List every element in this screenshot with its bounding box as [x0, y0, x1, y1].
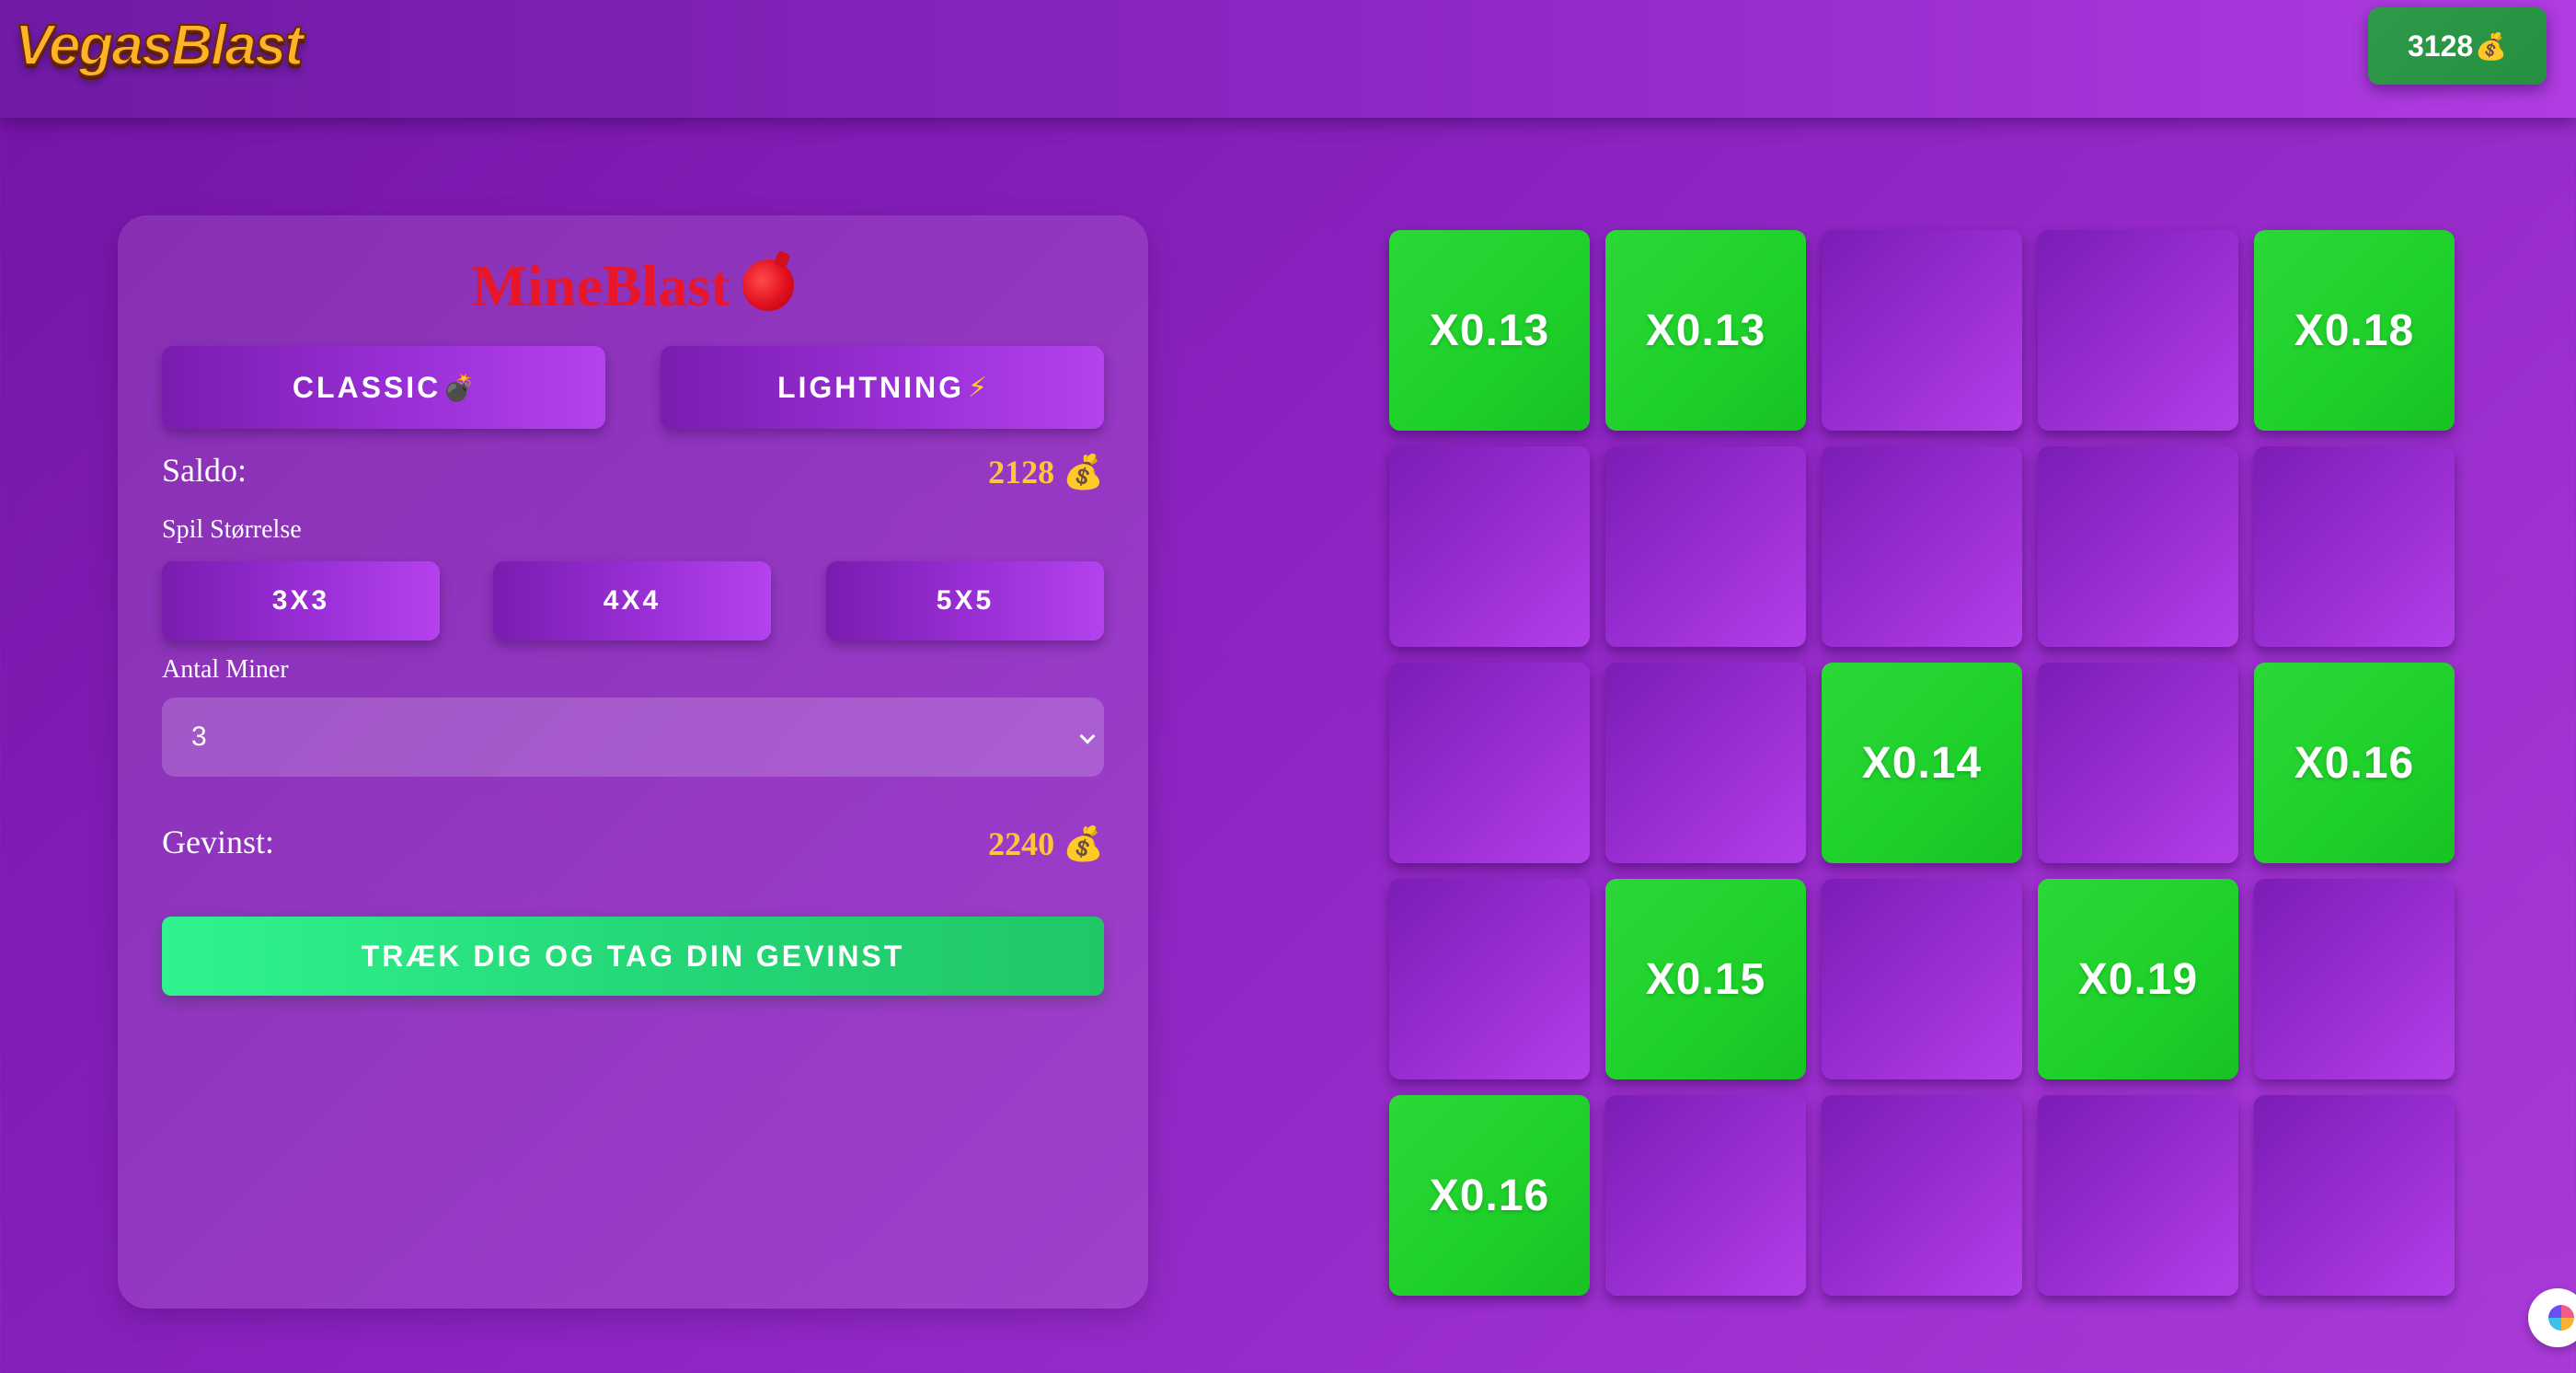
hidden-tile[interactable]: [1822, 446, 2022, 647]
hidden-tile[interactable]: [1822, 1095, 2022, 1296]
winnings-label: Gevinst:: [162, 824, 274, 860]
revealed-tile[interactable]: X0.16: [1389, 1095, 1590, 1296]
revealed-tile[interactable]: X0.13: [1605, 230, 1806, 431]
hidden-tile[interactable]: [1822, 230, 2022, 431]
hidden-tile[interactable]: [1605, 446, 1806, 647]
hidden-tile[interactable]: [2038, 663, 2238, 863]
revealed-tile[interactable]: X0.18: [2254, 230, 2455, 431]
assistant-icon: [2548, 1305, 2574, 1331]
hidden-tile[interactable]: [1389, 879, 1590, 1079]
mode-lightning-button[interactable]: LIGHTNING ⚡: [661, 346, 1104, 429]
cashout-button[interactable]: TRÆK DIG OG TAG DIN GEVINST: [162, 917, 1104, 996]
tile-multiplier: X0.13: [1429, 306, 1550, 355]
size-3x3-button[interactable]: 3X3: [162, 561, 440, 640]
hidden-tile[interactable]: [1389, 446, 1590, 647]
hidden-tile[interactable]: [2038, 1095, 2238, 1296]
mines-count-select[interactable]: 3: [162, 698, 1104, 777]
tile-multiplier: X0.16: [2294, 738, 2415, 788]
revealed-tile[interactable]: X0.16: [2254, 663, 2455, 863]
mines-count-value: 3: [191, 721, 207, 752]
game-title: MineBlast: [118, 252, 1148, 320]
header-balance-badge[interactable]: 3128 💰: [2368, 7, 2547, 85]
floating-widget-button[interactable]: [2528, 1288, 2576, 1347]
bomb-icon: 💣: [443, 373, 476, 402]
revealed-tile[interactable]: X0.14: [1822, 663, 2022, 863]
tile-multiplier: X0.16: [1429, 1171, 1550, 1220]
hidden-tile[interactable]: [1605, 1095, 1806, 1296]
winnings-amount: 2240: [988, 825, 1055, 862]
mine-grid: X0.13 X0.13 X0.18 X0.14 X0.16 X0.15 X0.19 X0.16: [1389, 230, 2455, 1296]
tile-multiplier: X0.15: [1645, 954, 1766, 1004]
hidden-tile[interactable]: [2038, 230, 2238, 431]
revealed-tile[interactable]: X0.15: [1605, 879, 1806, 1079]
tile-multiplier: X0.18: [2294, 306, 2415, 355]
revealed-tile[interactable]: X0.19: [2038, 879, 2238, 1079]
lightning-icon: ⚡: [967, 372, 988, 403]
bomb-icon: [742, 260, 795, 311]
game-size-label: Spil Størrelse: [162, 515, 302, 544]
winnings-value: 2240 💰: [988, 825, 1104, 863]
revealed-tile[interactable]: X0.13: [1389, 230, 1590, 431]
saldo-amount: 2128: [988, 454, 1055, 490]
tile-multiplier: X0.19: [2077, 954, 2199, 1004]
size-4x4-button[interactable]: 4X4: [493, 561, 771, 640]
tile-multiplier: X0.14: [1861, 738, 1983, 788]
size-5x5-button[interactable]: 5X5: [826, 561, 1104, 640]
money-bag-icon: 💰: [1063, 454, 1104, 490]
hidden-tile[interactable]: [2254, 446, 2455, 647]
mines-count-label: Antal Miner: [162, 655, 289, 684]
tile-multiplier: X0.13: [1645, 306, 1766, 355]
game-title-text: MineBlast: [471, 253, 730, 318]
hidden-tile[interactable]: [1822, 879, 2022, 1079]
money-bag-icon: 💰: [1063, 825, 1104, 862]
mode-classic-label: CLASSIC: [292, 370, 442, 404]
chevron-down-icon: [1079, 728, 1096, 744]
money-bag-icon: 💰: [2475, 31, 2508, 61]
saldo-value: 2128 💰: [988, 453, 1104, 491]
control-panel: MineBlast CLASSIC 💣 LIGHTNING ⚡ Saldo: 212…: [118, 215, 1148, 1309]
hidden-tile[interactable]: [1389, 663, 1590, 863]
hidden-tile[interactable]: [1605, 663, 1806, 863]
logo[interactable]: VegasBlast: [14, 13, 305, 78]
header-balance-value: 3128: [2407, 29, 2474, 63]
hidden-tile[interactable]: [2038, 446, 2238, 647]
mode-lightning-label: LIGHTNING: [776, 370, 964, 404]
top-bar: VegasBlast 3128 💰: [0, 0, 2576, 118]
hidden-tile[interactable]: [2254, 879, 2455, 1079]
mode-classic-button[interactable]: CLASSIC 💣: [162, 346, 605, 429]
saldo-label: Saldo:: [162, 452, 247, 489]
hidden-tile[interactable]: [2254, 1095, 2455, 1296]
